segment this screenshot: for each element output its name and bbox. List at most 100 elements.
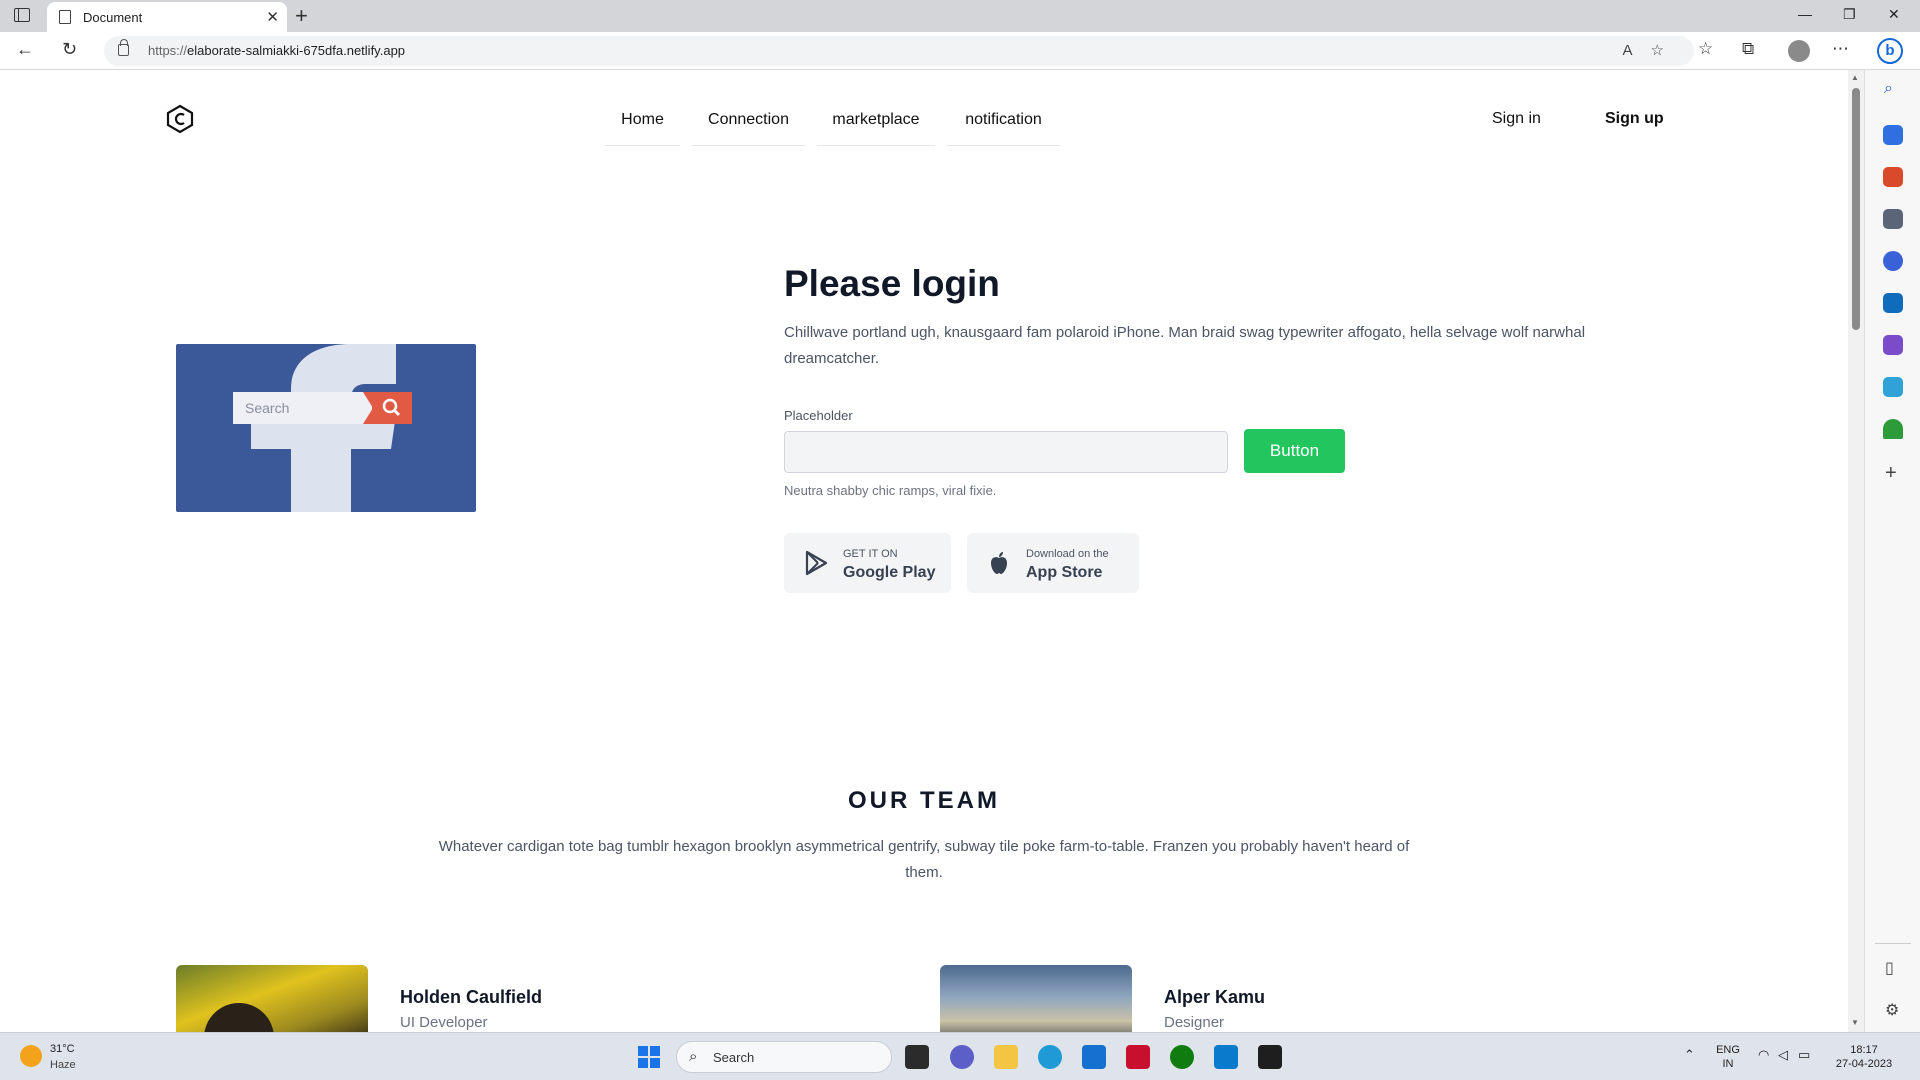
page-scrollbar[interactable]: ▲ ▼ bbox=[1848, 70, 1864, 1032]
browser-tab-bar: Document ✕ + — ❐ ✕ bbox=[0, 0, 1920, 32]
teams-chat-icon[interactable] bbox=[950, 1045, 974, 1069]
facebook-logo-icon bbox=[251, 344, 396, 512]
address-bar[interactable]: https://elaborate-salmiakki-675dfa.netli… bbox=[104, 36, 1694, 66]
file-explorer-icon[interactable] bbox=[994, 1045, 1018, 1069]
url-text[interactable]: https://elaborate-salmiakki-675dfa.netli… bbox=[148, 43, 405, 58]
app-store-label: App Store bbox=[1026, 564, 1103, 581]
read-aloud-icon[interactable]: A bbox=[1623, 42, 1651, 59]
search-icon: ⌕ bbox=[689, 1048, 698, 1065]
google-play-button[interactable]: GET IT ON Google Play bbox=[784, 533, 951, 593]
illustration-search-box: Search bbox=[233, 392, 373, 424]
xbox-icon[interactable] bbox=[1170, 1045, 1194, 1069]
favorites-icon[interactable]: ☆ bbox=[1698, 39, 1713, 59]
login-input[interactable] bbox=[784, 431, 1228, 473]
scrollbar-thumb[interactable] bbox=[1852, 88, 1860, 330]
wifi-icon[interactable]: ◠ bbox=[1758, 1047, 1769, 1063]
clock-time: 18:17 bbox=[1850, 1044, 1878, 1056]
new-tab-icon[interactable]: + bbox=[295, 3, 308, 29]
netflix-icon[interactable] bbox=[1126, 1045, 1150, 1069]
close-tab-icon[interactable]: ✕ bbox=[266, 8, 279, 26]
tab-title: Document bbox=[83, 10, 143, 25]
submit-button[interactable]: Button bbox=[1244, 429, 1345, 473]
google-play-icon bbox=[805, 550, 828, 576]
member-role: Designer bbox=[1164, 1014, 1225, 1031]
sidebar-tree-icon[interactable] bbox=[1883, 419, 1903, 439]
sidebar-panel-icon[interactable]: ▯ bbox=[1885, 958, 1894, 978]
hero-image: Search bbox=[176, 344, 476, 512]
scroll-down-icon[interactable]: ▼ bbox=[1851, 1018, 1859, 1027]
member-avatar bbox=[940, 965, 1132, 1032]
battery-icon[interactable]: ▭ bbox=[1798, 1047, 1810, 1063]
sidebar-settings-icon[interactable]: ⚙ bbox=[1885, 1000, 1899, 1020]
windows-taskbar: 31°C Haze ⌕ Search ⌃ ENG IN ◠ ◁ ▭ 18:17 … bbox=[0, 1032, 1920, 1080]
back-icon[interactable]: ← bbox=[16, 39, 34, 60]
clock-date: 27-04-2023 bbox=[1835, 1058, 1893, 1070]
member-avatar bbox=[176, 965, 368, 1032]
hero-description: Chillwave portland ugh, knausgaard fam p… bbox=[784, 324, 1586, 367]
sign-in-link[interactable]: Sign in bbox=[1492, 110, 1541, 128]
vscode-icon[interactable] bbox=[1214, 1045, 1238, 1069]
google-play-small-text: GET IT ON bbox=[843, 548, 898, 560]
helper-text: Neutra shabby chic ramps, viral fixie. bbox=[784, 483, 997, 498]
terminal-icon[interactable] bbox=[1258, 1045, 1282, 1069]
refresh-icon[interactable]: ↻ bbox=[62, 39, 77, 60]
task-view-icon[interactable] bbox=[905, 1045, 929, 1069]
nav-connection[interactable]: Connection bbox=[692, 96, 805, 146]
lock-icon[interactable] bbox=[118, 39, 129, 56]
sidebar-microsoft365-icon[interactable] bbox=[1883, 251, 1903, 271]
sidebar-telegram-icon[interactable] bbox=[1883, 377, 1903, 397]
app-store-button[interactable]: Download on the App Store bbox=[967, 533, 1139, 593]
profile-avatar[interactable] bbox=[1788, 40, 1810, 62]
sidebar-add-icon[interactable]: + bbox=[1885, 462, 1897, 485]
sidebar-drop-icon[interactable] bbox=[1883, 335, 1903, 355]
more-menu-icon[interactable]: ⋯ bbox=[1832, 39, 1849, 59]
weather-temperature[interactable]: 31°C bbox=[50, 1043, 75, 1055]
app-store-small-text: Download on the bbox=[1026, 548, 1109, 560]
sidebar-shopping-icon[interactable] bbox=[1883, 125, 1903, 145]
address-bar-actions: A☆ bbox=[1623, 41, 1682, 59]
nav-marketplace[interactable]: marketplace bbox=[817, 96, 935, 146]
close-window-icon[interactable]: ✕ bbox=[1888, 6, 1900, 23]
illustration-search-button bbox=[372, 392, 412, 424]
sidebar-tools-icon[interactable] bbox=[1883, 167, 1903, 187]
search-icon bbox=[382, 398, 401, 417]
field-label: Placeholder bbox=[784, 408, 853, 423]
sidebar-divider bbox=[1875, 943, 1911, 944]
team-description: Whatever cardigan tote bag tumblr hexago… bbox=[438, 838, 1410, 881]
sidebar-games-icon[interactable] bbox=[1883, 209, 1903, 229]
language-code: ENG bbox=[1716, 1044, 1740, 1056]
browser-toolbar: ← ↻ https://elaborate-salmiakki-675dfa.n… bbox=[0, 32, 1920, 70]
nav-notification[interactable]: notification bbox=[947, 96, 1060, 146]
taskbar-search[interactable]: ⌕ Search bbox=[676, 1041, 892, 1073]
bing-icon[interactable]: b bbox=[1877, 38, 1903, 64]
mail-icon[interactable] bbox=[1082, 1045, 1106, 1069]
sidebar-search-icon[interactable]: ⌕ bbox=[1884, 80, 1893, 98]
volume-icon[interactable]: ◁ bbox=[1778, 1047, 1788, 1063]
weather-icon[interactable] bbox=[20, 1045, 42, 1067]
tab-actions-icon[interactable] bbox=[14, 8, 30, 22]
edge-icon[interactable] bbox=[1038, 1045, 1062, 1069]
add-favorite-icon[interactable]: ☆ bbox=[1651, 42, 1682, 59]
nav-home[interactable]: Home bbox=[605, 96, 680, 146]
web-page: Home Connection marketplace notification… bbox=[0, 70, 1848, 1032]
sign-up-link[interactable]: Sign up bbox=[1605, 110, 1664, 128]
clock[interactable]: 18:17 27-04-2023 bbox=[1826, 1043, 1902, 1071]
google-play-label: Google Play bbox=[843, 564, 936, 581]
taskbar-search-label: Search bbox=[713, 1050, 755, 1065]
region-code: IN bbox=[1722, 1058, 1734, 1070]
weather-condition[interactable]: Haze bbox=[50, 1059, 76, 1071]
edge-sidebar: ⌕ + ▯ ⚙ bbox=[1864, 70, 1920, 1032]
tray-overflow-icon[interactable]: ⌃ bbox=[1684, 1047, 1695, 1063]
start-icon[interactable] bbox=[638, 1046, 660, 1068]
minimize-icon[interactable]: — bbox=[1798, 6, 1812, 22]
language-indicator[interactable]: ENG IN bbox=[1714, 1043, 1742, 1071]
member-name: Holden Caulfield bbox=[400, 987, 543, 1007]
collections-icon[interactable]: ⧉ bbox=[1742, 39, 1754, 59]
restore-icon[interactable]: ❐ bbox=[1843, 6, 1856, 23]
page-title: Please login bbox=[784, 263, 1000, 304]
browser-tab[interactable]: Document ✕ bbox=[47, 2, 287, 32]
site-logo-icon[interactable] bbox=[165, 104, 195, 134]
member-role: UI Developer bbox=[400, 1014, 488, 1031]
sidebar-outlook-icon[interactable] bbox=[1883, 293, 1903, 313]
scroll-up-icon[interactable]: ▲ bbox=[1851, 73, 1859, 82]
